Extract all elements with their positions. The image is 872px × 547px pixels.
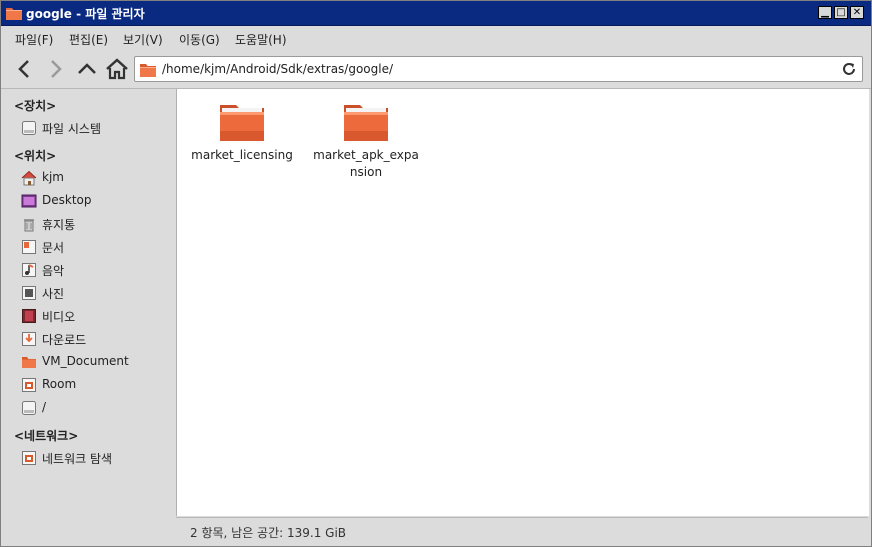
file-view[interactable]: market_licensing market_apk_expansion bbox=[176, 89, 869, 516]
sidebar-item-label: 사진 bbox=[42, 287, 65, 301]
sidebar-item-label: 네트워크 탐색 bbox=[42, 452, 113, 466]
desktop-icon bbox=[21, 194, 37, 208]
menu-go[interactable]: 이동(G) bbox=[179, 31, 220, 48]
home-icon bbox=[21, 170, 37, 186]
back-arrow-icon bbox=[18, 60, 29, 78]
sidebar-item-label: 비디오 bbox=[42, 310, 76, 324]
sidebar-item-vm-document[interactable]: VM_Document bbox=[21, 352, 171, 372]
sidebar-item-documents[interactable]: 문서 bbox=[21, 237, 171, 257]
sidebar-item-label: 파일 시스템 bbox=[42, 122, 102, 136]
file-item[interactable]: market_licensing bbox=[187, 101, 297, 164]
sidebar-item-filesystem[interactable]: 파일 시스템 bbox=[21, 118, 171, 138]
sidebar-item-root[interactable]: / bbox=[21, 398, 171, 418]
location-bar[interactable]: /home/kjm/Android/Sdk/extras/google/ bbox=[134, 56, 863, 82]
file-item[interactable]: market_apk_expansion bbox=[311, 101, 421, 181]
sidebar-item-home[interactable]: kjm bbox=[21, 168, 171, 188]
sidebar-item-label: 다운로드 bbox=[42, 333, 87, 347]
pictures-icon bbox=[22, 286, 36, 300]
documents-icon bbox=[22, 240, 36, 254]
sidebar-item-label: 음악 bbox=[42, 264, 65, 278]
back-button[interactable] bbox=[13, 57, 37, 81]
file-name: market_licensing bbox=[191, 148, 293, 162]
sidebar-item-label: Desktop bbox=[42, 193, 92, 207]
home-icon bbox=[106, 58, 128, 80]
sidebar: <장치> 파일 시스템 <위치> kjm Desktop 휴지통 문서 음악 사… bbox=[5, 89, 175, 539]
sidebar-item-trash[interactable]: 휴지통 bbox=[21, 214, 171, 234]
sidebar-header-places: <위치> bbox=[14, 149, 57, 163]
sidebar-header-network: <네트워크> bbox=[14, 429, 79, 443]
video-icon bbox=[22, 309, 36, 323]
minimize-button[interactable]: ▁ bbox=[818, 6, 832, 19]
window-title: google - 파일 관리자 bbox=[26, 7, 145, 21]
sidebar-item-video[interactable]: 비디오 bbox=[21, 306, 171, 326]
maximize-button[interactable]: □ bbox=[834, 6, 848, 19]
title-bar[interactable]: google - 파일 관리자 ▁ □ ✕ bbox=[1, 1, 871, 26]
drive-icon bbox=[22, 401, 36, 415]
sidebar-item-label: kjm bbox=[42, 170, 64, 184]
download-icon bbox=[22, 332, 36, 346]
folder-icon bbox=[344, 105, 388, 141]
menu-help[interactable]: 도움말(H) bbox=[235, 31, 287, 48]
forward-button[interactable] bbox=[43, 57, 67, 81]
folder-icon bbox=[22, 357, 36, 368]
home-button[interactable] bbox=[105, 57, 129, 81]
menu-bar: 파일(F) 편집(E) 보기(V) 이동(G) 도움말(H) bbox=[1, 26, 871, 50]
up-button[interactable] bbox=[75, 57, 99, 81]
location-path: /home/kjm/Android/Sdk/extras/google/ bbox=[162, 62, 394, 76]
reload-icon[interactable] bbox=[841, 61, 857, 80]
sidebar-item-label: 휴지통 bbox=[42, 218, 76, 232]
folder-icon bbox=[220, 105, 264, 141]
sidebar-item-pictures[interactable]: 사진 bbox=[21, 283, 171, 303]
sidebar-item-download[interactable]: 다운로드 bbox=[21, 329, 171, 349]
sidebar-header-devices: <장치> bbox=[14, 99, 57, 113]
folder-icon bbox=[6, 6, 22, 23]
trash-icon bbox=[24, 219, 34, 232]
sidebar-item-desktop[interactable]: Desktop bbox=[21, 191, 171, 211]
music-icon bbox=[22, 263, 36, 277]
file-name: market_apk_expansion bbox=[313, 148, 419, 179]
sidebar-item-music[interactable]: 음악 bbox=[21, 260, 171, 280]
folder-special-icon bbox=[22, 378, 36, 392]
toolbar: /home/kjm/Android/Sdk/extras/google/ bbox=[1, 50, 871, 89]
close-button[interactable]: ✕ bbox=[850, 6, 864, 19]
folder-icon bbox=[140, 63, 156, 80]
sidebar-item-label: / bbox=[42, 400, 47, 414]
up-arrow-icon bbox=[78, 63, 96, 74]
forward-arrow-icon bbox=[51, 60, 62, 78]
status-bar: 2 항목, 남은 공간: 139.1 GiB bbox=[176, 517, 868, 544]
menu-file[interactable]: 파일(F) bbox=[15, 31, 53, 48]
sidebar-item-label: Room bbox=[42, 377, 77, 391]
file-manager-window: google - 파일 관리자 ▁ □ ✕ 파일(F) 편집(E) 보기(V) … bbox=[0, 0, 872, 547]
sidebar-item-label: 문서 bbox=[42, 241, 65, 255]
sidebar-item-room[interactable]: Room bbox=[21, 375, 171, 395]
menu-edit[interactable]: 편집(E) bbox=[69, 31, 108, 48]
sidebar-item-label: VM_Document bbox=[42, 354, 129, 368]
sidebar-item-network-browse[interactable]: 네트워크 탐색 bbox=[21, 448, 171, 468]
menu-view[interactable]: 보기(V) bbox=[123, 31, 163, 48]
drive-icon bbox=[22, 121, 36, 135]
status-text: 2 항목, 남은 공간: 139.1 GiB bbox=[190, 526, 347, 540]
network-icon bbox=[22, 451, 36, 465]
